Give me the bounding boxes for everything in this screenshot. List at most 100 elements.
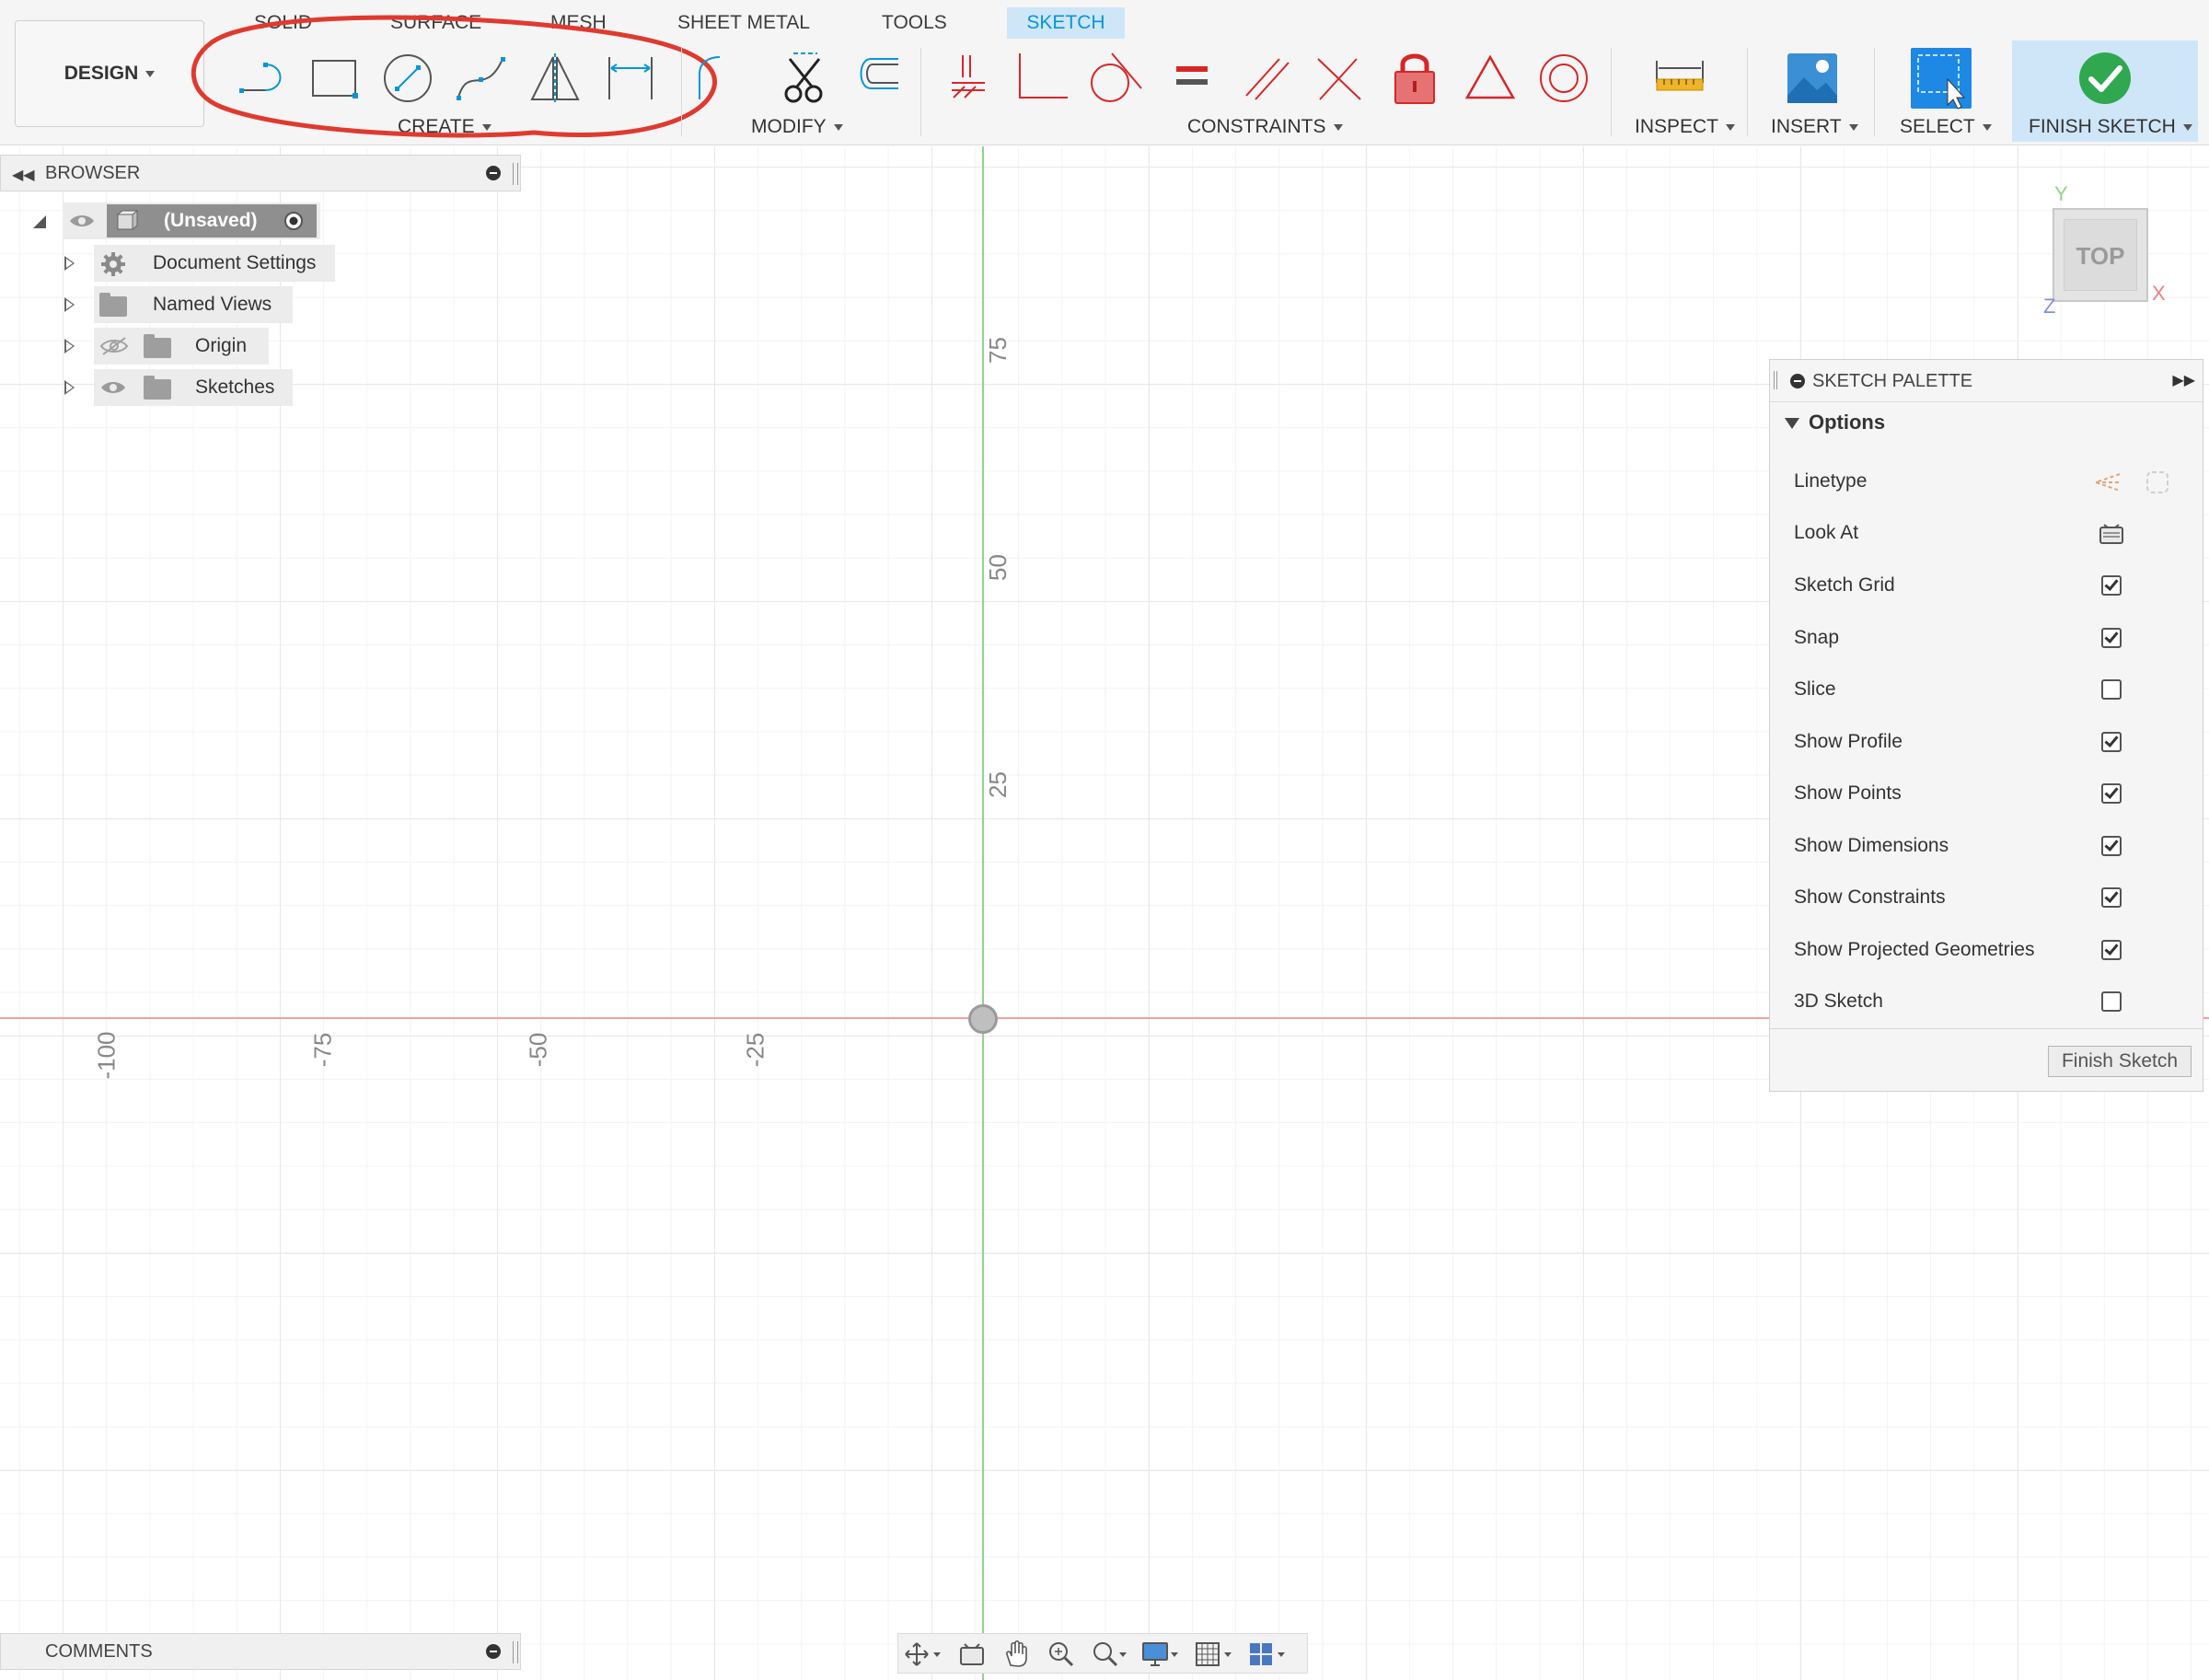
browser-root-row[interactable]: (Unsaved) xyxy=(0,203,331,239)
expand-triangle-icon[interactable] xyxy=(64,256,75,271)
option-label: Look At xyxy=(1794,522,1859,543)
view-cube-face-top[interactable]: TOP xyxy=(2064,219,2137,291)
toolbar: DESIGN SOLID SURFACE MESH SHEET METAL TO… xyxy=(0,0,2209,145)
collapse-triangle-icon xyxy=(1785,418,1799,430)
browser-root-label: (Unsaved) xyxy=(164,210,258,231)
eye-hidden-icon[interactable] xyxy=(99,336,129,356)
parallel-icon[interactable] xyxy=(1233,46,1298,110)
chevron-down-icon xyxy=(1848,123,1858,131)
look-at-icon[interactable] xyxy=(2098,522,2125,546)
display-settings-icon[interactable] xyxy=(1139,1639,1180,1669)
option-snap: Snap xyxy=(1794,620,2190,656)
zoom-icon[interactable] xyxy=(1044,1639,1084,1669)
add-comment-icon[interactable] xyxy=(486,1644,501,1659)
inspect-label: INSPECT xyxy=(1635,116,1719,137)
expanded-triangle-icon[interactable] xyxy=(31,214,48,230)
sketch-grid-checkbox[interactable] xyxy=(2101,575,2122,596)
expand-triangle-icon[interactable] xyxy=(64,339,75,353)
origin-point[interactable] xyxy=(968,1004,998,1034)
horizontal-vertical-icon[interactable] xyxy=(1011,46,1075,110)
3d-sketch-checkbox[interactable] xyxy=(2101,991,2122,1012)
show-projected-geometries-checkbox[interactable] xyxy=(2101,940,2122,960)
measure-icon[interactable] xyxy=(1648,46,1712,110)
midpoint-icon[interactable] xyxy=(1458,46,1522,110)
browser-item-origin[interactable]: Origin xyxy=(0,328,276,365)
option-label: Show Constraints xyxy=(1794,886,1946,908)
slice-checkbox[interactable] xyxy=(2101,679,2122,700)
drag-handle-icon[interactable] xyxy=(513,163,518,185)
browser-item-sketches[interactable]: Sketches xyxy=(0,369,304,406)
option-sketch-grid: Sketch Grid xyxy=(1794,567,2190,604)
fillet-icon[interactable] xyxy=(688,46,753,110)
checkmark-icon xyxy=(2104,888,2119,903)
option-show-points: Show Points xyxy=(1794,775,2190,812)
axis-label-y: 75 xyxy=(983,337,1012,364)
finish-sketch-button[interactable]: Finish Sketch xyxy=(2048,1046,2192,1077)
sketch-palette-header[interactable]: SKETCH PALETTE ▶▶ xyxy=(1770,360,2203,402)
finish-check-icon[interactable] xyxy=(2073,46,2137,110)
eye-icon[interactable] xyxy=(99,378,127,397)
select-menu[interactable]: SELECT xyxy=(1900,114,1992,140)
toolbar-separator xyxy=(1747,48,1748,136)
axis-label-x: -25 xyxy=(741,1032,769,1068)
drag-handle-icon[interactable] xyxy=(1774,371,1777,389)
radio-active-icon[interactable] xyxy=(283,211,304,231)
inspect-menu[interactable]: INSPECT xyxy=(1635,114,1736,140)
viewports-icon[interactable] xyxy=(1246,1639,1287,1669)
option-3d-sketch: 3D Sketch xyxy=(1794,983,2190,1020)
insert-menu[interactable]: INSERT xyxy=(1771,114,1858,140)
finish-sketch-menu[interactable]: FINISH SKETCH xyxy=(2029,114,2192,140)
tab-sketch[interactable]: SKETCH xyxy=(1007,7,1125,39)
construction-linetype-icon[interactable] xyxy=(2092,470,2123,494)
expand-triangle-icon[interactable] xyxy=(64,297,75,312)
insert-image-icon[interactable] xyxy=(1780,46,1845,110)
expand-panel-icon[interactable]: ▶▶ xyxy=(2172,371,2195,389)
browser-item-label: Document Settings xyxy=(153,252,317,273)
eye-icon[interactable] xyxy=(68,212,96,230)
show-constraints-checkbox[interactable] xyxy=(2101,887,2122,908)
modify-label: MODIFY xyxy=(751,116,827,137)
browser-header[interactable]: ◀◀ BROWSER xyxy=(0,155,521,191)
collapse-panel-icon[interactable]: ◀◀ xyxy=(12,166,35,184)
options-section-label: Options xyxy=(1809,411,1886,434)
fix-icon[interactable] xyxy=(1382,46,1447,110)
tangent-icon[interactable] xyxy=(1084,46,1149,110)
options-section-header[interactable]: Options xyxy=(1785,406,1885,439)
zoom-window-icon[interactable] xyxy=(1088,1639,1128,1669)
option-label: Show Projected Geometries xyxy=(1794,939,2035,960)
axis-label-x: -50 xyxy=(524,1032,552,1068)
view-cube[interactable]: TOP xyxy=(2053,208,2148,302)
component-icon xyxy=(116,209,138,231)
equal-icon[interactable] xyxy=(1160,46,1224,110)
orbit-icon[interactable] xyxy=(902,1639,943,1669)
sketch-palette-title: SKETCH PALETTE xyxy=(1812,371,1973,391)
show-profile-checkbox[interactable] xyxy=(2101,732,2122,752)
offset-icon[interactable] xyxy=(845,46,909,110)
browser-item-document-settings[interactable]: Document Settings xyxy=(0,245,341,282)
select-icon[interactable] xyxy=(1909,46,1973,110)
grid-settings-icon[interactable] xyxy=(1193,1639,1233,1669)
comments-panel[interactable]: COMMENTS xyxy=(0,1633,521,1670)
look-at-icon[interactable] xyxy=(955,1639,996,1669)
pan-hand-icon[interactable] xyxy=(1000,1639,1040,1669)
browser-item-named-views[interactable]: Named Views xyxy=(0,286,304,323)
minimize-icon[interactable] xyxy=(486,166,501,180)
modify-menu[interactable]: MODIFY xyxy=(751,114,843,140)
trim-icon[interactable] xyxy=(773,46,838,110)
axis-label-x: -75 xyxy=(308,1032,337,1068)
show-dimensions-checkbox[interactable] xyxy=(2101,836,2122,856)
perpendicular-icon[interactable] xyxy=(1307,46,1371,110)
minimize-icon[interactable] xyxy=(1790,374,1805,388)
constraints-label: CONSTRAINTS xyxy=(1187,116,1326,137)
drag-handle-icon[interactable] xyxy=(513,1641,518,1663)
option-label: Show Dimensions xyxy=(1794,835,1949,856)
concentric-icon[interactable] xyxy=(1532,46,1596,110)
expand-triangle-icon[interactable] xyxy=(64,380,75,395)
constraints-menu[interactable]: CONSTRAINTS xyxy=(1187,114,1343,140)
tab-tools[interactable]: TOOLS xyxy=(869,7,960,39)
coincident-icon[interactable] xyxy=(937,46,1001,110)
snap-checkbox[interactable] xyxy=(2101,628,2122,648)
centerline-linetype-icon[interactable] xyxy=(2144,469,2171,496)
show-points-checkbox[interactable] xyxy=(2101,783,2122,804)
option-label: Sketch Grid xyxy=(1794,574,1895,596)
